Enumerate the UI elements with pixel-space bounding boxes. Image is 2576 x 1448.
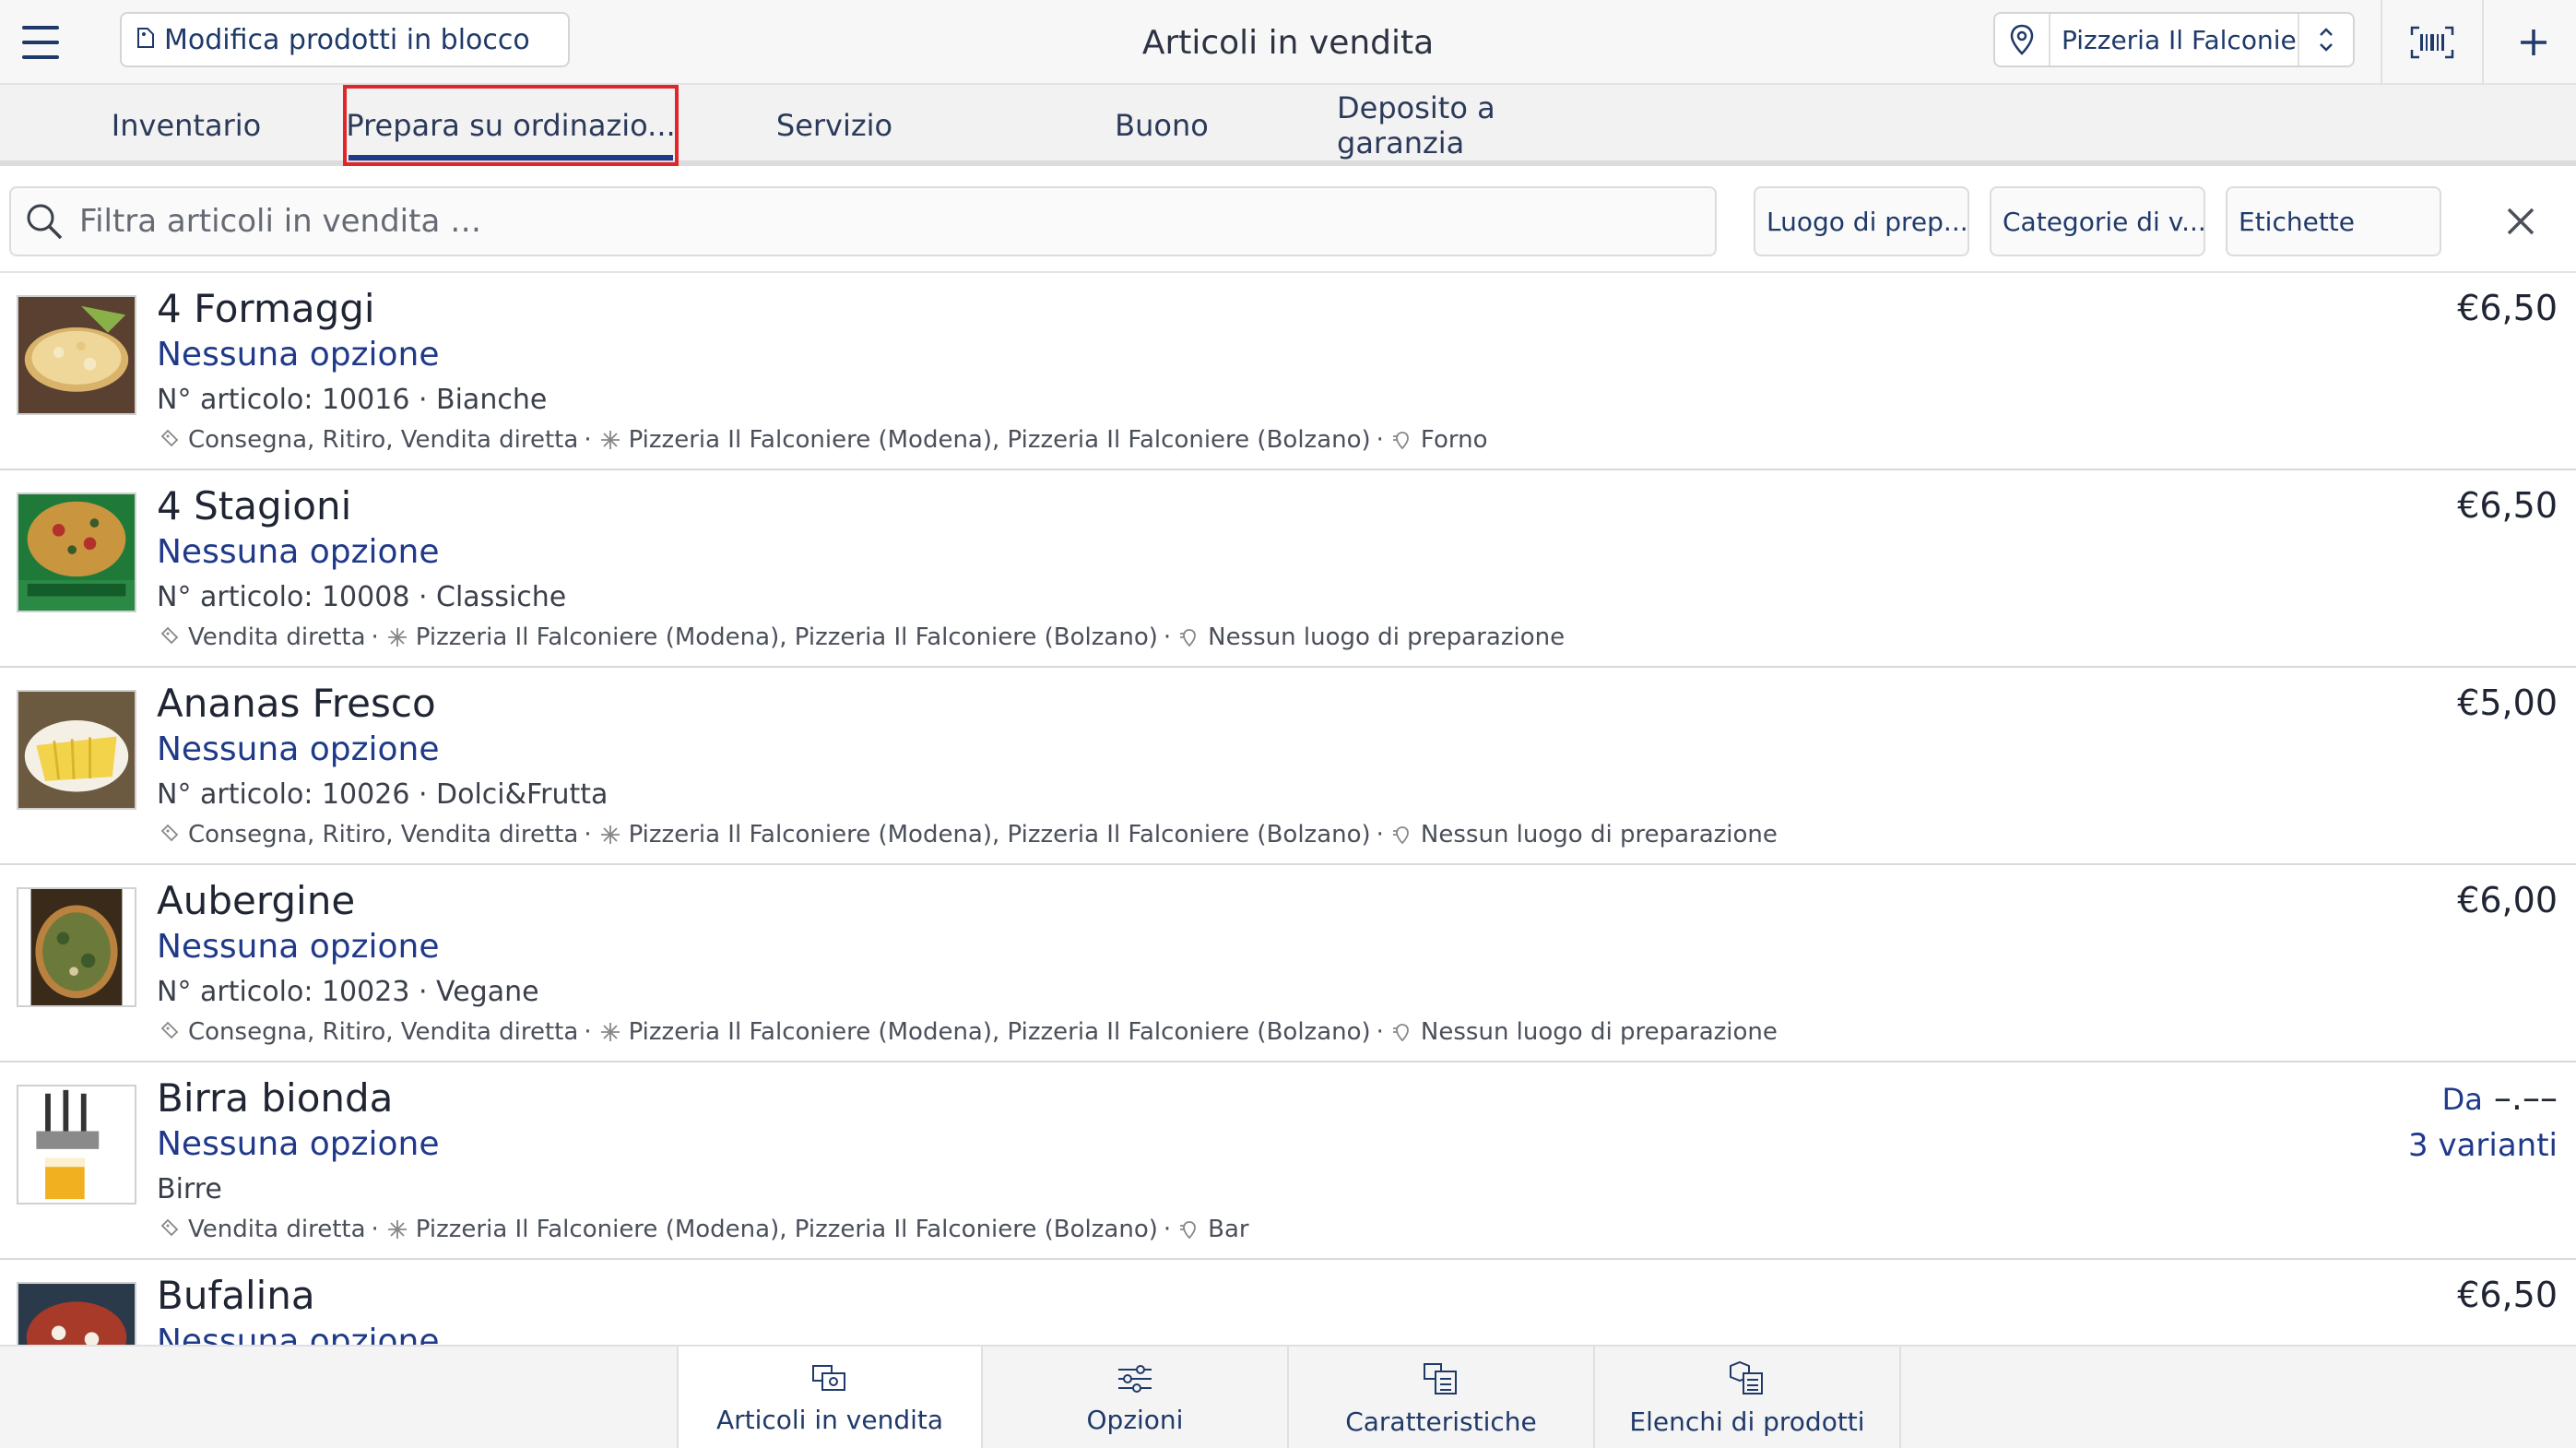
prep-location-icon	[1389, 1019, 1415, 1045]
filter-sale-categories[interactable]: Categorie di v...	[1990, 186, 2205, 256]
sales-channel-icon	[157, 1217, 183, 1242]
item-tags: Consegna, Ritiro, Vendita diretta · Pizze…	[157, 821, 1778, 849]
hamburger-icon	[22, 26, 59, 30]
item-meta: N° articolo: 10016 · Bianche	[157, 384, 548, 416]
tab-bar: Inventario Prepara su ordinazio... Servi…	[0, 85, 2576, 166]
item-thumbnail	[17, 1282, 136, 1345]
tab-voucher[interactable]: Buono	[1069, 85, 1254, 166]
prep-location-icon	[1389, 427, 1415, 453]
item-thumbnail	[17, 887, 136, 1007]
item-thumbnail	[17, 1085, 136, 1205]
search-input[interactable]	[79, 203, 1715, 240]
item-tags: Consegna, Ritiro, Vendita diretta · Pizze…	[157, 1018, 1778, 1046]
item-meta: N° articolo: 10023 · Vegane	[157, 976, 539, 1008]
item-price: €6,00	[2457, 880, 2558, 920]
item-name: 4 Formaggi	[157, 286, 375, 331]
menu-button[interactable]	[17, 17, 68, 68]
price-prefix: Da	[2441, 1082, 2483, 1117]
item-tags: Vendita diretta · Pizzeria Il Falconiere …	[157, 1216, 1249, 1243]
location-pin-icon	[1995, 14, 2050, 65]
close-icon	[2507, 208, 2535, 235]
nav-characteristics[interactable]: Caratteristiche	[1289, 1347, 1595, 1448]
tab-prepare-on-order[interactable]: Prepara su ordinazio...	[343, 85, 679, 166]
sales-channel-icon	[157, 624, 183, 650]
list-item[interactable]: Bufalina Nessuna opzione €6,50	[0, 1260, 2576, 1345]
bulk-edit-button[interactable]: Modifica prodotti in blocco	[120, 12, 570, 67]
clear-filters-button[interactable]	[2493, 194, 2548, 249]
item-meta: Birre	[157, 1173, 222, 1205]
nav-options[interactable]: Opzioni	[983, 1347, 1289, 1448]
item-price: €6,50	[2457, 485, 2558, 526]
items-list: 4 Formaggi Nessuna opzione N° articolo: …	[0, 273, 2576, 1345]
item-variants: 3 varianti	[2408, 1127, 2558, 1164]
plus-icon	[2521, 30, 2546, 55]
chevron-up-down-icon	[2298, 14, 2353, 65]
locations-icon	[597, 822, 623, 848]
list-item[interactable]: Ananas Fresco Nessuna opzione N° articol…	[0, 668, 2576, 865]
item-meta: N° articolo: 10008 · Classiche	[157, 581, 567, 613]
list-item[interactable]: Birra bionda Nessuna opzione Birre Vendi…	[0, 1062, 2576, 1260]
item-options: Nessuna opzione	[157, 336, 440, 374]
locations-icon	[597, 1019, 623, 1045]
add-item-button[interactable]	[2499, 15, 2569, 70]
item-tags: Vendita diretta · Pizzeria Il Falconiere …	[157, 623, 1565, 651]
tag-icon	[135, 25, 157, 54]
nav-sale-items[interactable]: Articoli in vendita	[677, 1347, 983, 1448]
item-price: €5,00	[2457, 682, 2558, 723]
item-name: Birra bionda	[157, 1075, 394, 1121]
item-tags: Consegna, Ritiro, Vendita diretta · Pizze…	[157, 426, 1487, 454]
prep-location-icon	[1389, 822, 1415, 848]
item-price: Da –.––	[2442, 1077, 2558, 1118]
list-item[interactable]: Aubergine Nessuna opzione N° articolo: 1…	[0, 865, 2576, 1062]
location-select[interactable]: Pizzeria Il Falconie...	[1993, 12, 2355, 67]
nav-product-lists[interactable]: Elenchi di prodotti	[1595, 1347, 1901, 1448]
item-meta: N° articolo: 10026 · Dolci&Frutta	[157, 778, 609, 811]
bottom-navigation: Articoli in vendita Opzioni Caratteristi…	[0, 1345, 2576, 1448]
item-options: Nessuna opzione	[157, 1323, 440, 1345]
item-options: Nessuna opzione	[157, 730, 440, 768]
barcode-scan-icon	[2410, 26, 2454, 59]
tab-service[interactable]: Servizio	[728, 85, 940, 166]
list-item[interactable]: 4 Formaggi Nessuna opzione N° articolo: …	[0, 273, 2576, 470]
item-price: €6,50	[2457, 288, 2558, 328]
sales-channel-icon	[157, 427, 183, 453]
prep-location-icon	[1176, 1217, 1202, 1242]
locations-icon	[384, 1217, 410, 1242]
filter-prep-location[interactable]: Luogo di prep...	[1754, 186, 1969, 256]
list-item[interactable]: 4 Stagioni Nessuna opzione N° articolo: …	[0, 470, 2576, 668]
tab-inventory[interactable]: Inventario	[85, 85, 288, 166]
item-price: €6,50	[2457, 1275, 2558, 1315]
search-icon	[27, 204, 63, 240]
item-options: Nessuna opzione	[157, 533, 440, 571]
characteristics-icon	[1424, 1362, 1457, 1395]
item-thumbnail	[17, 493, 136, 612]
item-name: Ananas Fresco	[157, 681, 436, 726]
sales-channel-icon	[157, 822, 183, 848]
sale-items-icon	[812, 1364, 845, 1391]
item-thumbnail	[17, 295, 136, 415]
item-options: Nessuna opzione	[157, 928, 440, 966]
search-box	[9, 186, 1717, 256]
sales-channel-icon	[157, 1019, 183, 1045]
filter-bar: Luogo di prep... Categorie di v... Etich…	[0, 166, 2576, 273]
item-options: Nessuna opzione	[157, 1125, 440, 1163]
bulk-edit-label: Modifica prodotti in blocco	[164, 23, 530, 56]
location-value: Pizzeria Il Falconie...	[2062, 24, 2298, 55]
header-divider	[2381, 0, 2382, 85]
locations-icon	[597, 427, 623, 453]
top-bar: Modifica prodotti in blocco Articoli in …	[0, 0, 2576, 85]
barcode-scan-button[interactable]	[2397, 15, 2467, 70]
sliders-icon	[1118, 1364, 1152, 1393]
header-divider	[2482, 0, 2484, 85]
tab-deposit[interactable]: Deposito a garanzia	[1337, 85, 1632, 166]
filter-labels[interactable]: Etichette	[2226, 186, 2441, 256]
prep-location-icon	[1176, 624, 1202, 650]
item-name: Aubergine	[157, 878, 356, 923]
product-lists-icon	[1730, 1360, 1763, 1395]
item-thumbnail	[17, 690, 136, 810]
item-name: 4 Stagioni	[157, 483, 352, 528]
price-value: –.––	[2493, 1077, 2558, 1118]
item-name: Bufalina	[157, 1273, 315, 1318]
locations-icon	[384, 624, 410, 650]
